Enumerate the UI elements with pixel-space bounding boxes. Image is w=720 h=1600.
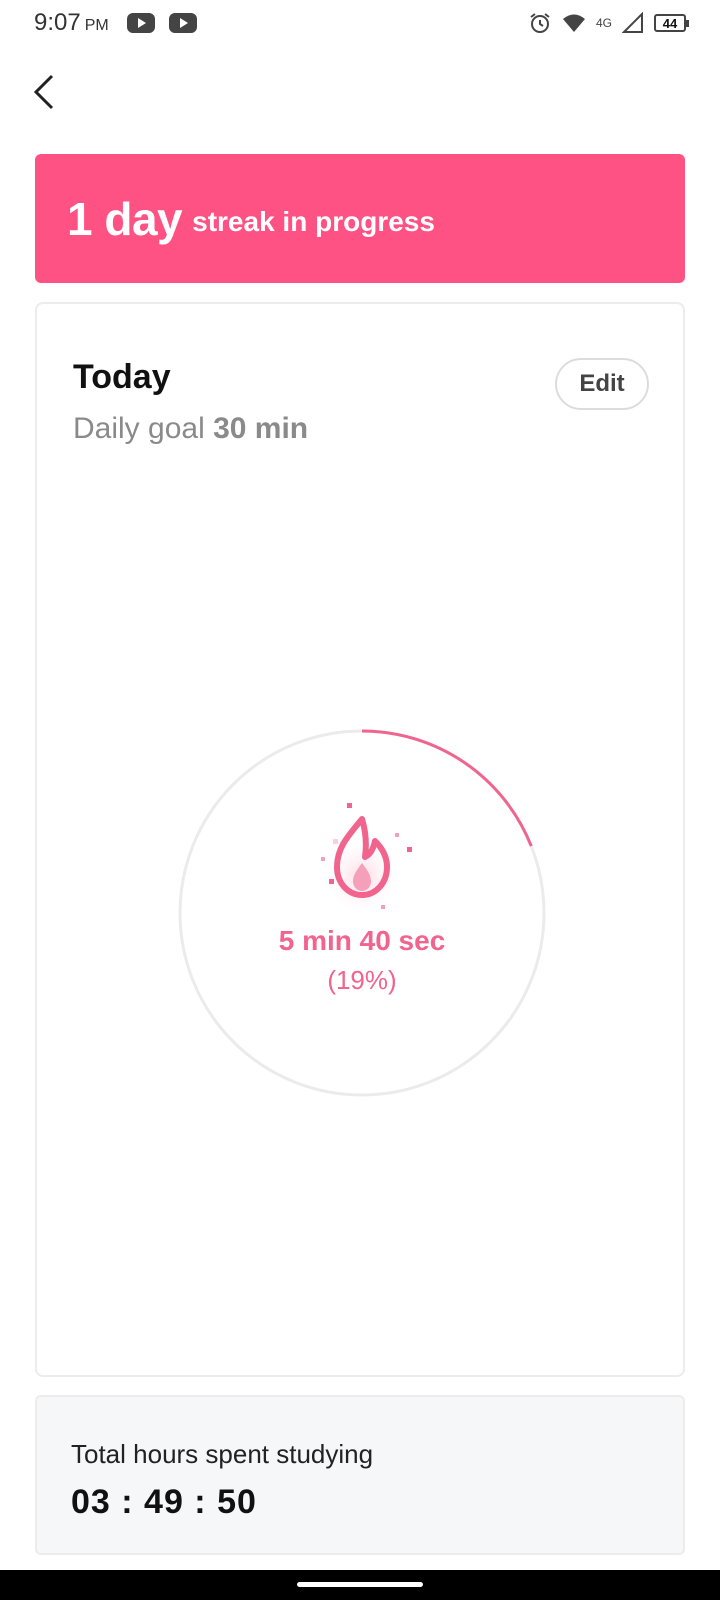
total-hours-value: 03 : 49 : 50	[71, 1483, 257, 1521]
progress-time: 5 min 40 sec	[278, 924, 446, 956]
home-indicator[interactable]	[297, 1582, 423, 1587]
status-ampm: PM	[84, 17, 109, 34]
chevron-left-icon	[33, 74, 54, 110]
today-card: Today Daily goal 30 min Edit 5 min 40 se…	[35, 302, 685, 1377]
today-title: Today	[73, 358, 171, 396]
total-hours-label: Total hours spent studying	[71, 1439, 374, 1469]
network-type: 4G	[595, 16, 612, 30]
youtube-icon	[126, 13, 155, 33]
progress-center: 5 min 40 sec (19%)	[177, 728, 547, 1098]
daily-goal: Daily goal 30 min	[73, 412, 308, 446]
streak-count: 1 day	[67, 192, 183, 245]
streak-banner: 1 day streak in progress	[35, 154, 685, 283]
status-time: 9:07 PM	[34, 9, 109, 37]
status-time-value: 9:07	[34, 9, 81, 36]
back-button[interactable]	[24, 70, 64, 114]
youtube-icon	[168, 13, 197, 33]
battery-icon: 44	[654, 14, 689, 32]
total-hours-card: Total hours spent studying 03 : 49 : 50	[35, 1395, 685, 1555]
signal-icon	[622, 12, 643, 33]
streak-text: streak in progress	[192, 205, 435, 237]
battery-level: 44	[662, 15, 678, 31]
status-bar: 9:07 PM 4G 44	[0, 0, 720, 46]
navigation-bar	[0, 1570, 720, 1600]
flame-icon	[321, 802, 412, 909]
goal-value: 30 min	[213, 412, 309, 445]
progress-percent: (19%)	[327, 964, 397, 995]
status-right: 4G 44	[528, 11, 689, 35]
goal-prefix: Daily goal	[73, 412, 205, 445]
status-left: 9:07 PM	[34, 9, 197, 37]
wifi-icon	[562, 14, 585, 32]
alarm-icon	[530, 13, 550, 33]
edit-goal-button[interactable]: Edit	[555, 358, 649, 410]
